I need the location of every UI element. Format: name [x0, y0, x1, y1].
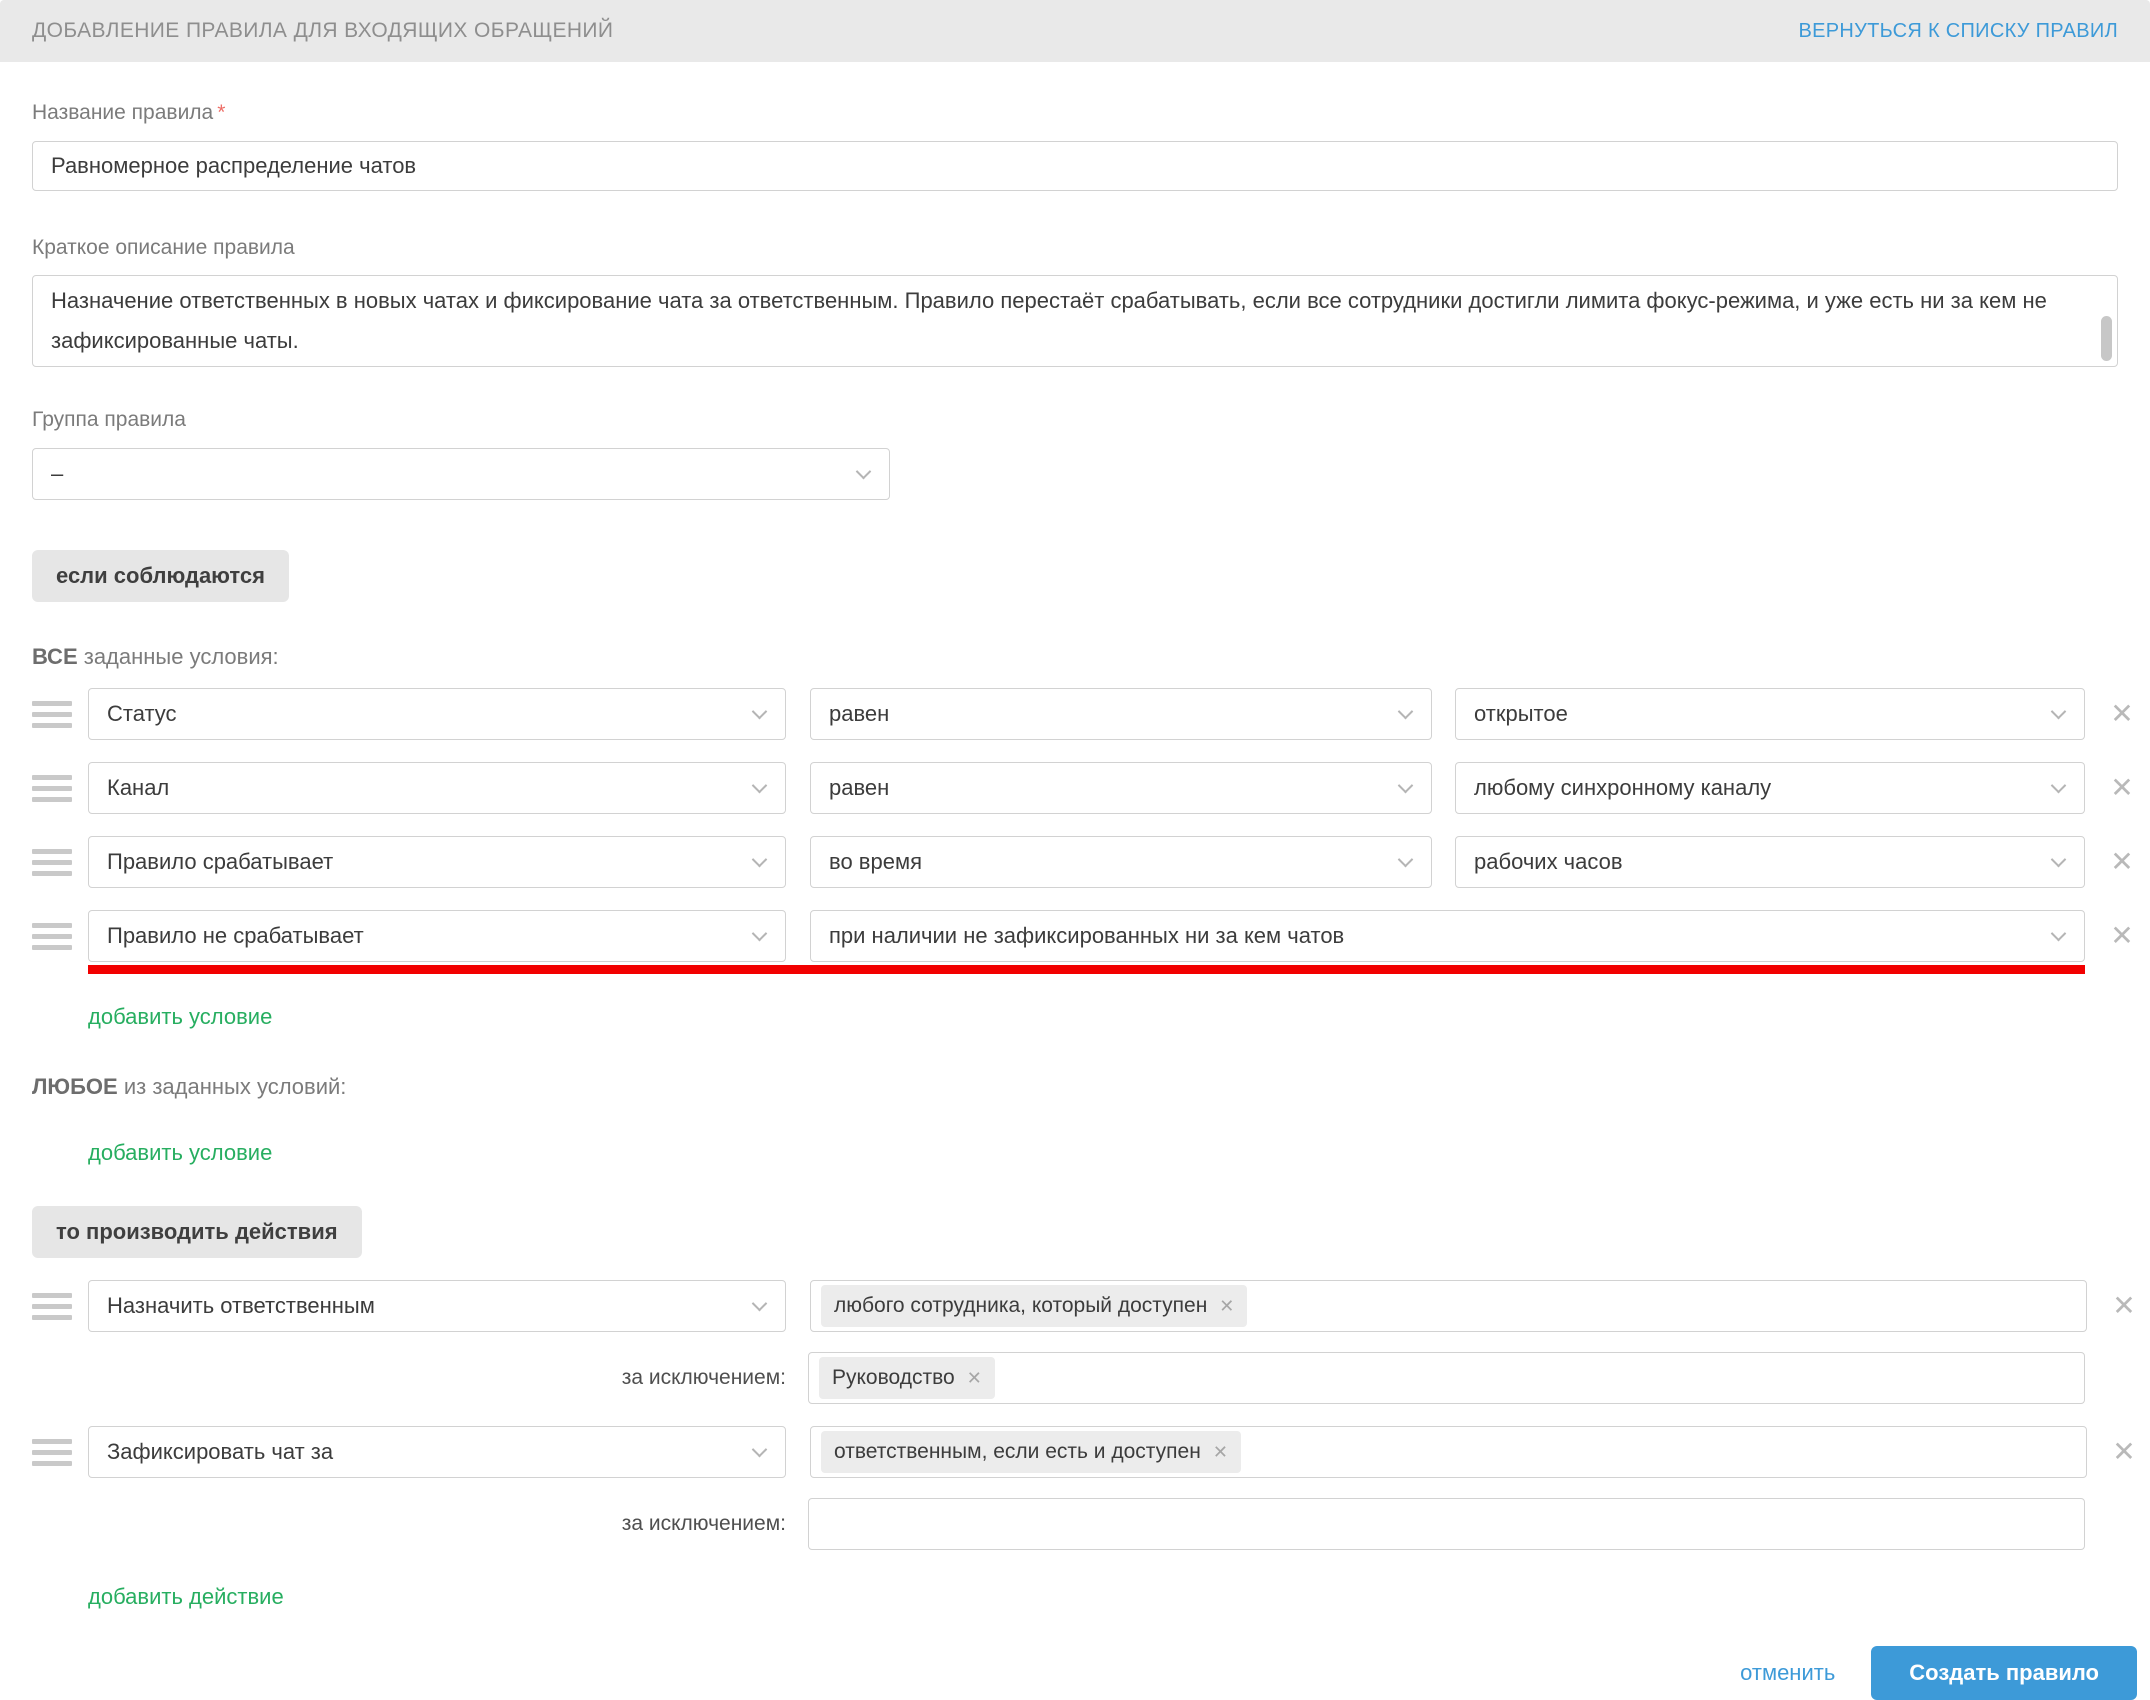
chevron-down-icon — [2051, 704, 2067, 720]
condition-value-select[interactable]: рабочих часов — [1455, 836, 2085, 888]
except-tag: Руководство ✕ — [819, 1357, 995, 1399]
remove-condition-icon[interactable]: ✕ — [2105, 774, 2139, 802]
if-conditions-badge: если соблюдаются — [32, 550, 289, 602]
condition-operator-select[interactable]: во время — [810, 836, 1432, 888]
condition-row-highlighted: Правило не срабатывает при наличии не за… — [32, 910, 2150, 962]
remove-condition-icon[interactable]: ✕ — [2105, 700, 2139, 728]
chevron-down-icon — [752, 778, 768, 794]
add-condition-link[interactable]: добавить условие — [88, 1140, 272, 1166]
back-to-rules-link[interactable]: ВЕРНУТЬСЯ К СПИСКУ ПРАВИЛ — [1798, 20, 2118, 43]
remove-action-icon[interactable]: ✕ — [2107, 1438, 2141, 1466]
rule-group-label: Группа правила — [32, 407, 2150, 433]
textarea-scrollbar[interactable] — [2101, 316, 2112, 361]
condition-operator-select[interactable]: равен — [810, 762, 1432, 814]
except-field[interactable]: Руководство ✕ — [808, 1352, 2085, 1404]
drag-handle-icon[interactable] — [32, 701, 72, 728]
condition-field-select[interactable]: Канал — [88, 762, 786, 814]
drag-handle-icon[interactable] — [32, 849, 72, 876]
add-condition-link[interactable]: добавить условие — [88, 1004, 272, 1030]
condition-field-select[interactable]: Правило срабатывает — [88, 836, 786, 888]
remove-condition-icon[interactable]: ✕ — [2105, 922, 2139, 950]
condition-field-select[interactable]: Статус — [88, 688, 786, 740]
action-row: Назначить ответственным любого сотрудник… — [32, 1280, 2150, 1332]
value-tag: ответственным, если есть и доступен ✕ — [821, 1431, 1241, 1473]
highlight-underline — [88, 965, 2085, 974]
rule-description-text: Назначение ответственных в новых чатах и… — [51, 288, 2047, 353]
rule-group-select[interactable]: – — [32, 448, 890, 500]
chevron-down-icon — [752, 1442, 768, 1458]
rule-group-value: – — [51, 461, 63, 487]
form-footer: отменить Создать правило — [32, 1646, 2137, 1700]
create-rule-button[interactable]: Создать правило — [1871, 1646, 2137, 1700]
any-conditions-label: ЛЮБОЕ из заданных условий: — [32, 1074, 2150, 1100]
drag-handle-icon[interactable] — [32, 1439, 72, 1466]
condition-row: Правило срабатывает во время рабочих час… — [32, 836, 2150, 888]
drag-handle-icon[interactable] — [32, 923, 72, 950]
except-label: за исключением: — [32, 1512, 786, 1536]
rule-description-textarea[interactable]: Назначение ответственных в новых чатах и… — [32, 275, 2118, 367]
chevron-down-icon — [1398, 704, 1414, 720]
action-exceptions-row: за исключением: Руководство ✕ — [32, 1352, 2150, 1404]
condition-row: Канал равен любому синхронному каналу ✕ — [32, 762, 2150, 814]
action-type-select[interactable]: Зафиксировать чат за — [88, 1426, 786, 1478]
action-exceptions-row: за исключением: — [32, 1498, 2150, 1550]
action-value-field[interactable]: любого сотрудника, который доступен ✕ — [810, 1280, 2087, 1332]
chevron-down-icon — [856, 464, 872, 480]
condition-value-select[interactable]: открытое — [1455, 688, 2085, 740]
tag-remove-icon[interactable]: ✕ — [1219, 1296, 1234, 1317]
condition-operator-select[interactable]: равен — [810, 688, 1432, 740]
remove-action-icon[interactable]: ✕ — [2107, 1292, 2141, 1320]
condition-value-select[interactable]: при наличии не зафиксированных ни за кем… — [810, 910, 2085, 962]
action-row: Зафиксировать чат за ответственным, если… — [32, 1426, 2150, 1478]
add-action-link[interactable]: добавить действие — [88, 1584, 284, 1610]
drag-handle-icon[interactable] — [32, 775, 72, 802]
chevron-down-icon — [2051, 852, 2067, 868]
chevron-down-icon — [752, 704, 768, 720]
rule-form: Название правила* Краткое описание прави… — [0, 100, 2150, 1700]
chevron-down-icon — [2051, 778, 2067, 794]
action-type-select[interactable]: Назначить ответственным — [88, 1280, 786, 1332]
condition-field-select[interactable]: Правило не срабатывает — [88, 910, 786, 962]
chevron-down-icon — [752, 926, 768, 942]
except-field[interactable] — [808, 1498, 2085, 1550]
chevron-down-icon — [1398, 852, 1414, 868]
chevron-down-icon — [752, 852, 768, 868]
tag-remove-icon[interactable]: ✕ — [967, 1368, 982, 1389]
rule-name-input[interactable] — [32, 141, 2118, 191]
add-rule-page: ДОБАВЛЕНИЕ ПРАВИЛА ДЛЯ ВХОДЯЩИХ ОБРАЩЕНИ… — [0, 0, 2150, 1668]
tag-remove-icon[interactable]: ✕ — [1213, 1442, 1228, 1463]
rule-name-label: Название правила* — [32, 100, 2150, 126]
chevron-down-icon — [2051, 926, 2067, 942]
condition-row: Статус равен открытое ✕ — [32, 688, 2150, 740]
value-tag: любого сотрудника, который доступен ✕ — [821, 1285, 1247, 1327]
chevron-down-icon — [752, 1296, 768, 1312]
chevron-down-icon — [1398, 778, 1414, 794]
action-value-field[interactable]: ответственным, если есть и доступен ✕ — [810, 1426, 2087, 1478]
required-asterisk: * — [217, 101, 225, 124]
remove-condition-icon[interactable]: ✕ — [2105, 848, 2139, 876]
page-title: ДОБАВЛЕНИЕ ПРАВИЛА ДЛЯ ВХОДЯЩИХ ОБРАЩЕНИ… — [32, 19, 613, 43]
condition-value-select[interactable]: любому синхронному каналу — [1455, 762, 2085, 814]
drag-handle-icon[interactable] — [32, 1293, 72, 1320]
then-actions-badge: то производить действия — [32, 1206, 362, 1258]
except-label: за исключением: — [32, 1366, 786, 1390]
all-conditions-label: ВСЕ заданные условия: — [32, 644, 2150, 670]
rule-description-label: Краткое описание правила — [32, 235, 2150, 261]
cancel-button[interactable]: отменить — [1740, 1660, 1835, 1686]
page-header: ДОБАВЛЕНИЕ ПРАВИЛА ДЛЯ ВХОДЯЩИХ ОБРАЩЕНИ… — [0, 0, 2150, 62]
